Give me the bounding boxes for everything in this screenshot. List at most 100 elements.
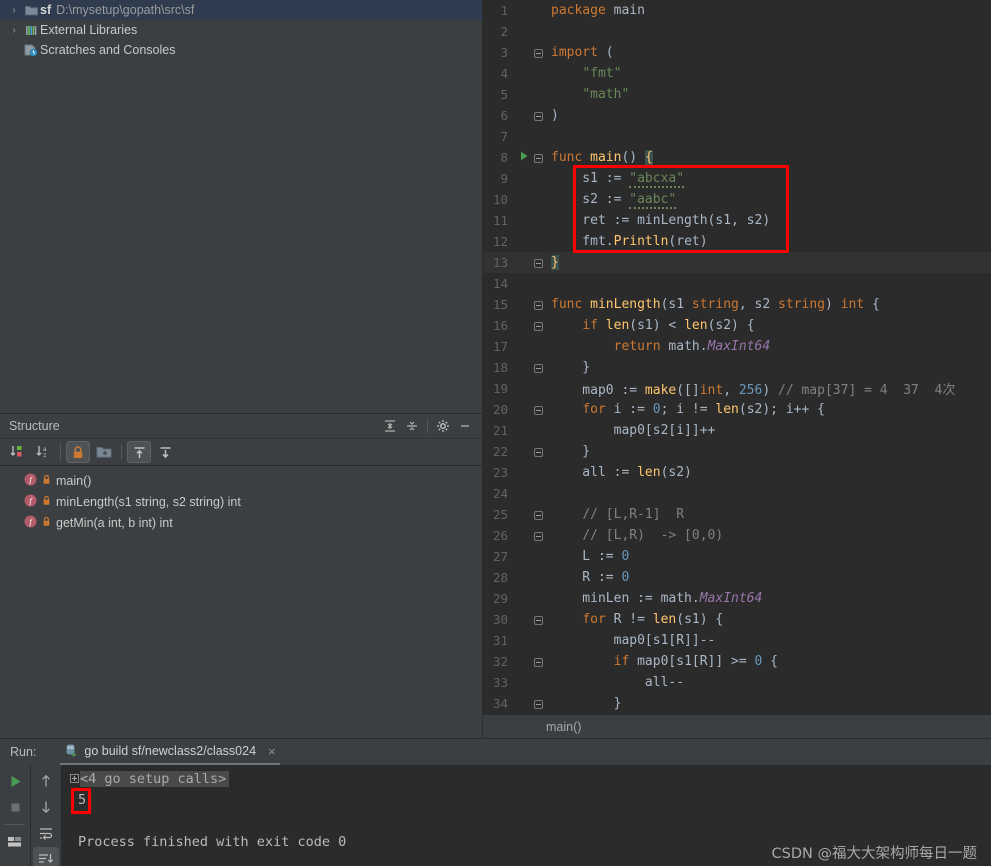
- code-line[interactable]: 25 // [L,R-1] R: [483, 504, 991, 525]
- show-inherited-icon[interactable]: [127, 441, 151, 463]
- code-line[interactable]: 20 for i := 0; i != len(s2); i++ {: [483, 399, 991, 420]
- code-text: }: [551, 360, 591, 375]
- code-line[interactable]: 27 L := 0: [483, 546, 991, 567]
- minimize-icon[interactable]: [454, 416, 476, 436]
- show-fields-icon[interactable]: [153, 441, 177, 463]
- code-line[interactable]: 2: [483, 21, 991, 42]
- chevron-right-icon[interactable]: ›: [6, 5, 22, 16]
- fold-gutter[interactable]: [531, 613, 545, 626]
- code-line[interactable]: 3 import (: [483, 42, 991, 63]
- fold-end-icon[interactable]: [533, 699, 543, 709]
- fold-collapse-icon[interactable]: [533, 153, 543, 163]
- fold-gutter[interactable]: [531, 508, 545, 521]
- sort-alphabetically-icon[interactable]: a z: [31, 441, 55, 463]
- code-line[interactable]: 16 if len(s1) < len(s2) {: [483, 315, 991, 336]
- fold-gutter[interactable]: [531, 298, 545, 311]
- fold-collapse-icon[interactable]: [533, 300, 543, 310]
- gear-icon[interactable]: [432, 416, 454, 436]
- fold-collapse-icon[interactable]: [533, 405, 543, 415]
- tree-row-scratches-and-consoles[interactable]: › Scratches and Consoles: [0, 40, 482, 60]
- fold-end-icon[interactable]: [533, 363, 543, 373]
- code-line[interactable]: 17 return math.MaxInt64: [483, 336, 991, 357]
- code-line[interactable]: 11 ret := minLength(s1, s2): [483, 210, 991, 231]
- fold-gutter[interactable]: [531, 109, 545, 122]
- code-line[interactable]: 24: [483, 483, 991, 504]
- code-line[interactable]: 1 package main: [483, 0, 991, 21]
- fold-end-icon[interactable]: [533, 447, 543, 457]
- show-non-public-icon[interactable]: [66, 441, 90, 463]
- code-line[interactable]: 14: [483, 273, 991, 294]
- code-line[interactable]: 12 fmt.Println(ret): [483, 231, 991, 252]
- fold-gutter[interactable]: [531, 403, 545, 416]
- fold-gutter[interactable]: [531, 361, 545, 374]
- project-tree-panel[interactable]: › sf D:\mysetup\gopath\src\sf › External…: [0, 0, 483, 413]
- fold-collapse-icon[interactable]: [533, 48, 543, 58]
- code-lines[interactable]: 1 package main 2 3 import (4 "fmt" 5 "math" 6)…: [483, 0, 991, 714]
- structure-item-main[interactable]: f main(): [0, 470, 482, 491]
- line-number: 22: [492, 444, 508, 459]
- code-line[interactable]: 6): [483, 105, 991, 126]
- fold-gutter[interactable]: [531, 46, 545, 59]
- stop-icon[interactable]: [2, 795, 28, 819]
- tree-row-sf[interactable]: › sf D:\mysetup\gopath\src\sf: [0, 0, 482, 20]
- code-line[interactable]: 10 s2 := "aabc": [483, 189, 991, 210]
- show-tree-icon[interactable]: [2, 830, 28, 854]
- scroll-to-end-icon[interactable]: [33, 847, 59, 866]
- chevron-right-icon[interactable]: ›: [6, 25, 22, 36]
- code-line[interactable]: 22 }: [483, 441, 991, 462]
- code-line[interactable]: 31 map0[s1[R]]--: [483, 630, 991, 651]
- fold-collapse-icon[interactable]: [533, 510, 543, 520]
- code-line[interactable]: 15 func minLength(s1 string, s2 string) i…: [483, 294, 991, 315]
- code-line[interactable]: 21 map0[s2[i]]++: [483, 420, 991, 441]
- close-icon[interactable]: ×: [268, 744, 276, 759]
- code-line[interactable]: 34 }: [483, 693, 991, 714]
- run-tab[interactable]: go build sf/newclass2/class024 ×: [60, 739, 280, 765]
- code-line[interactable]: 26 // [L,R) -> [0,0): [483, 525, 991, 546]
- code-line[interactable]: 29 minLen := math.MaxInt64: [483, 588, 991, 609]
- fold-end-icon[interactable]: [533, 258, 543, 268]
- structure-item-minlength[interactable]: f minLength(s1 string, s2 string) int: [0, 491, 482, 512]
- code-line[interactable]: 8 func main() {: [483, 147, 991, 168]
- run-gutter[interactable]: [517, 151, 531, 164]
- code-line[interactable]: 9 s1 := "abcxa": [483, 168, 991, 189]
- code-line[interactable]: 5 "math": [483, 84, 991, 105]
- fold-gutter[interactable]: [531, 529, 545, 542]
- fold-end-icon[interactable]: [533, 531, 543, 541]
- code-editor[interactable]: 1 package main 2 3 import (4 "fmt" 5 "math" 6)…: [483, 0, 991, 738]
- fold-collapse-icon[interactable]: [533, 615, 543, 625]
- code-line[interactable]: 19 map0 := make([]int, 256) // map[37] =…: [483, 378, 991, 399]
- ide-window: › sf D:\mysetup\gopath\src\sf › External…: [0, 0, 991, 866]
- code-line[interactable]: 4 "fmt": [483, 63, 991, 84]
- expand-fold-icon[interactable]: [70, 774, 79, 783]
- fold-gutter[interactable]: [531, 445, 545, 458]
- soft-wrap-icon[interactable]: [33, 821, 59, 845]
- console-folded-line[interactable]: <4 go setup calls>: [62, 768, 991, 789]
- fold-gutter[interactable]: [531, 319, 545, 332]
- breadcrumb[interactable]: main(): [483, 714, 991, 738]
- collapse-all-icon[interactable]: [401, 416, 423, 436]
- fold-collapse-icon[interactable]: [533, 657, 543, 667]
- fold-gutter[interactable]: [531, 697, 545, 710]
- code-line[interactable]: 30 for R != len(s1) {: [483, 609, 991, 630]
- fold-gutter[interactable]: [531, 655, 545, 668]
- show-anonymous-classes-icon[interactable]: [92, 441, 116, 463]
- fold-gutter[interactable]: [531, 151, 545, 164]
- sort-by-visibility-icon[interactable]: [5, 441, 29, 463]
- up-arrow-icon[interactable]: [33, 769, 59, 793]
- code-line[interactable]: 7: [483, 126, 991, 147]
- code-line[interactable]: 18 }: [483, 357, 991, 378]
- code-line[interactable]: 23 all := len(s2): [483, 462, 991, 483]
- console-output[interactable]: <4 go setup calls> 5 Process finished wi…: [62, 765, 991, 866]
- tree-row-external-libraries[interactable]: › External Libraries: [0, 20, 482, 40]
- code-line[interactable]: 13}: [483, 252, 991, 273]
- structure-item-getmin[interactable]: f getMin(a int, b int) int: [0, 512, 482, 533]
- fold-end-icon[interactable]: [533, 111, 543, 121]
- fold-gutter[interactable]: [531, 256, 545, 269]
- down-arrow-icon[interactable]: [33, 795, 59, 819]
- fold-collapse-icon[interactable]: [533, 321, 543, 331]
- code-line[interactable]: 32 if map0[s1[R]] >= 0 {: [483, 651, 991, 672]
- code-line[interactable]: 33 all--: [483, 672, 991, 693]
- code-line[interactable]: 28 R := 0: [483, 567, 991, 588]
- expand-all-icon[interactable]: [379, 416, 401, 436]
- run-icon[interactable]: [2, 769, 28, 793]
